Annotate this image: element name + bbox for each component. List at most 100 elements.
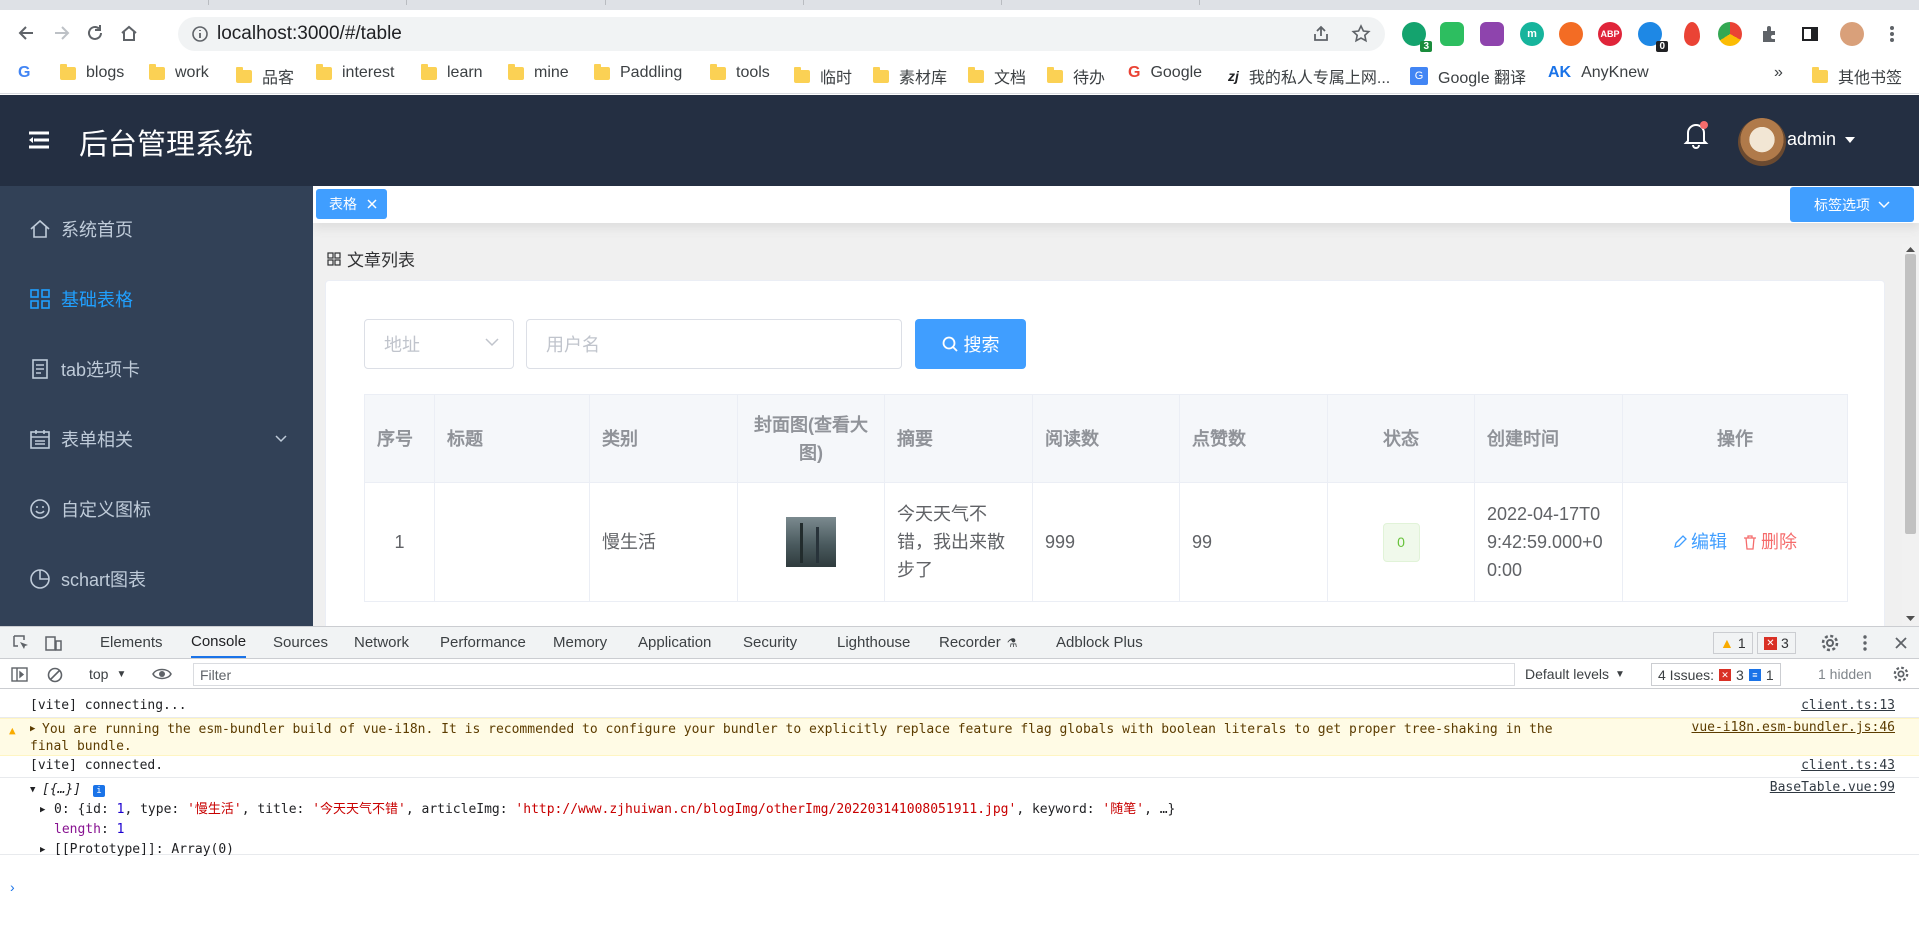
scroll-up-icon[interactable] bbox=[1906, 246, 1915, 252]
bookmark-folder[interactable]: 素材库 bbox=[873, 64, 947, 88]
chrome-extension-icon[interactable] bbox=[1718, 22, 1742, 46]
tag-table[interactable]: 表格 bbox=[316, 189, 387, 219]
home-button[interactable] bbox=[112, 16, 146, 50]
sidebar-item-forms[interactable]: 表单相关 bbox=[0, 404, 313, 474]
sidebar-toggle-icon[interactable] bbox=[11, 667, 28, 682]
devtools-tab-console[interactable]: Console bbox=[191, 627, 247, 658]
close-icon[interactable] bbox=[367, 199, 377, 209]
devtools-tab-memory[interactable]: Memory bbox=[553, 627, 607, 658]
sidebar-item-dashboard[interactable]: 系统首页 bbox=[0, 194, 313, 264]
log-source-link[interactable]: vue-i18n.esm-bundler.js:46 bbox=[1692, 719, 1896, 736]
log-source-link[interactable]: client.ts:13 bbox=[1801, 696, 1895, 716]
issues-button[interactable]: 4 Issues: ✕ 3 ≡ 1 bbox=[1651, 663, 1781, 686]
bookmark-folder[interactable]: 品客 bbox=[236, 64, 294, 88]
context-selector[interactable]: top ▼ bbox=[89, 666, 126, 682]
page-scrollbar[interactable] bbox=[1902, 244, 1919, 626]
profile-avatar[interactable] bbox=[1840, 22, 1864, 46]
close-icon[interactable] bbox=[1894, 636, 1908, 650]
info-icon[interactable] bbox=[191, 25, 209, 43]
device-toolbar-icon[interactable] bbox=[44, 634, 62, 652]
bookmark-folder[interactable]: interest bbox=[316, 63, 394, 82]
array-prototype[interactable]: ▶ [[Prototype]]: Array(0) bbox=[30, 840, 1919, 860]
bookmark-folder[interactable]: mine bbox=[508, 63, 569, 82]
address-bar[interactable]: localhost:3000/#/table bbox=[178, 17, 1385, 51]
devtools-tab-performance[interactable]: Performance bbox=[440, 627, 526, 658]
avatar[interactable] bbox=[1738, 118, 1786, 166]
extension-icon-5[interactable] bbox=[1559, 22, 1583, 46]
devtools-tab-network[interactable]: Network bbox=[354, 627, 409, 658]
devtools-tab-adblock[interactable]: Adblock Plus bbox=[1056, 627, 1143, 658]
devtools-tab-lighthouse[interactable]: Lighthouse bbox=[837, 627, 910, 658]
devtools-tab-sources[interactable]: Sources bbox=[273, 627, 328, 658]
sidebar-item-table[interactable]: 基础表格 bbox=[0, 264, 313, 334]
devtools-tab-elements[interactable]: Elements bbox=[100, 627, 163, 658]
scroll-down-icon[interactable] bbox=[1906, 616, 1915, 622]
sidebar-item-icons[interactable]: 自定义图标 bbox=[0, 474, 313, 544]
errors-counter[interactable]: ✕ 3 bbox=[1757, 632, 1796, 654]
user-dropdown[interactable]: admin bbox=[1787, 129, 1856, 150]
log-source-link[interactable]: BaseTable.vue:99 bbox=[1770, 778, 1895, 798]
extension-icon-7[interactable]: 0 bbox=[1638, 22, 1668, 52]
log-source-link[interactable]: client.ts:43 bbox=[1801, 756, 1895, 776]
evernote-icon[interactable] bbox=[1440, 22, 1464, 46]
bookmark-folder[interactable]: tools bbox=[710, 63, 770, 82]
gear-icon[interactable] bbox=[1893, 666, 1909, 682]
cover-image[interactable] bbox=[786, 517, 836, 567]
bookmark-google-app[interactable]: G bbox=[18, 64, 30, 82]
console-prompt[interactable]: › bbox=[10, 879, 15, 895]
clear-console-icon[interactable] bbox=[47, 667, 63, 683]
back-button[interactable] bbox=[10, 16, 44, 50]
notification-button[interactable] bbox=[1683, 121, 1709, 149]
console-filter-input[interactable]: Filter bbox=[193, 663, 1515, 686]
bookmark-other-folder[interactable]: 其他书签 bbox=[1812, 64, 1902, 88]
array-item-0[interactable]: ▶ 0: {id: 1, type: '慢生活', title: '今天天气不错… bbox=[30, 800, 1919, 820]
delete-button[interactable]: 删除 bbox=[1743, 528, 1797, 556]
username-input[interactable]: 用户名 bbox=[526, 319, 902, 369]
share-icon[interactable] bbox=[1311, 24, 1331, 44]
forward-button[interactable] bbox=[44, 16, 78, 50]
bookmark-folder[interactable]: work bbox=[149, 63, 209, 82]
adblock-icon[interactable]: ABP bbox=[1598, 22, 1622, 46]
log-levels-dropdown[interactable]: Default levels ▼ bbox=[1525, 666, 1625, 682]
puzzle-icon[interactable] bbox=[1757, 22, 1781, 46]
devtools-tab-application[interactable]: Application bbox=[638, 627, 711, 658]
devtools-tab-security[interactable]: Security bbox=[743, 627, 797, 658]
array-summary[interactable]: ▼ [{…}] i bbox=[30, 780, 1919, 800]
gear-icon[interactable] bbox=[1821, 634, 1839, 652]
extension-icon-3[interactable] bbox=[1480, 22, 1504, 46]
bookmark-zj[interactable]: zj 我的私人专属上网... bbox=[1228, 64, 1390, 88]
bookmark-folder[interactable]: learn bbox=[421, 63, 483, 82]
address-select[interactable]: 地址 bbox=[364, 319, 514, 369]
scrollbar-thumb[interactable] bbox=[1905, 254, 1916, 534]
url-text[interactable]: localhost:3000/#/table bbox=[217, 23, 402, 45]
extension-icon-4[interactable]: m bbox=[1520, 22, 1544, 46]
eye-icon[interactable] bbox=[152, 667, 172, 681]
extension-icon-1[interactable]: 3 bbox=[1402, 22, 1432, 52]
edit-button[interactable]: 编辑 bbox=[1673, 528, 1727, 556]
bookmark-google[interactable]: G Google bbox=[1128, 64, 1202, 82]
bookmark-translate[interactable]: G Google 翻译 bbox=[1410, 64, 1526, 88]
sidepanel-icon[interactable] bbox=[1798, 22, 1822, 46]
search-button[interactable]: 搜索 bbox=[915, 319, 1026, 369]
reload-button[interactable] bbox=[78, 16, 112, 50]
bookmark-folder[interactable]: blogs bbox=[60, 63, 124, 82]
inspect-icon[interactable] bbox=[12, 634, 30, 652]
warnings-counter[interactable]: ▲ 1 bbox=[1713, 632, 1753, 654]
expand-arrow-icon[interactable]: ▶ bbox=[30, 721, 35, 738]
log-text: , type: bbox=[124, 802, 188, 817]
bookmark-anyknew[interactable]: AK AnyKnew bbox=[1548, 64, 1649, 82]
extension-icon-8[interactable] bbox=[1684, 22, 1700, 46]
bookmark-folder[interactable]: 待办 bbox=[1047, 64, 1105, 88]
sidebar-item-charts[interactable]: schart图表 bbox=[0, 544, 313, 614]
sidebar-item-tabs[interactable]: tab选项卡 bbox=[0, 334, 313, 404]
bookmark-folder[interactable]: 临时 bbox=[794, 64, 852, 88]
menu-dots-icon[interactable] bbox=[1880, 22, 1904, 46]
tag-options-button[interactable]: 标签选项 bbox=[1790, 187, 1914, 222]
bookmark-folder[interactable]: Paddling bbox=[594, 63, 682, 82]
bookmarks-overflow-button[interactable]: » bbox=[1774, 64, 1783, 82]
kebab-menu-icon[interactable] bbox=[1862, 634, 1868, 652]
bookmark-folder[interactable]: 文档 bbox=[968, 64, 1026, 88]
collapse-menu-button[interactable] bbox=[28, 131, 50, 149]
star-icon[interactable] bbox=[1351, 24, 1371, 44]
devtools-tab-recorder[interactable]: Recorder ⚗ bbox=[939, 627, 1017, 658]
